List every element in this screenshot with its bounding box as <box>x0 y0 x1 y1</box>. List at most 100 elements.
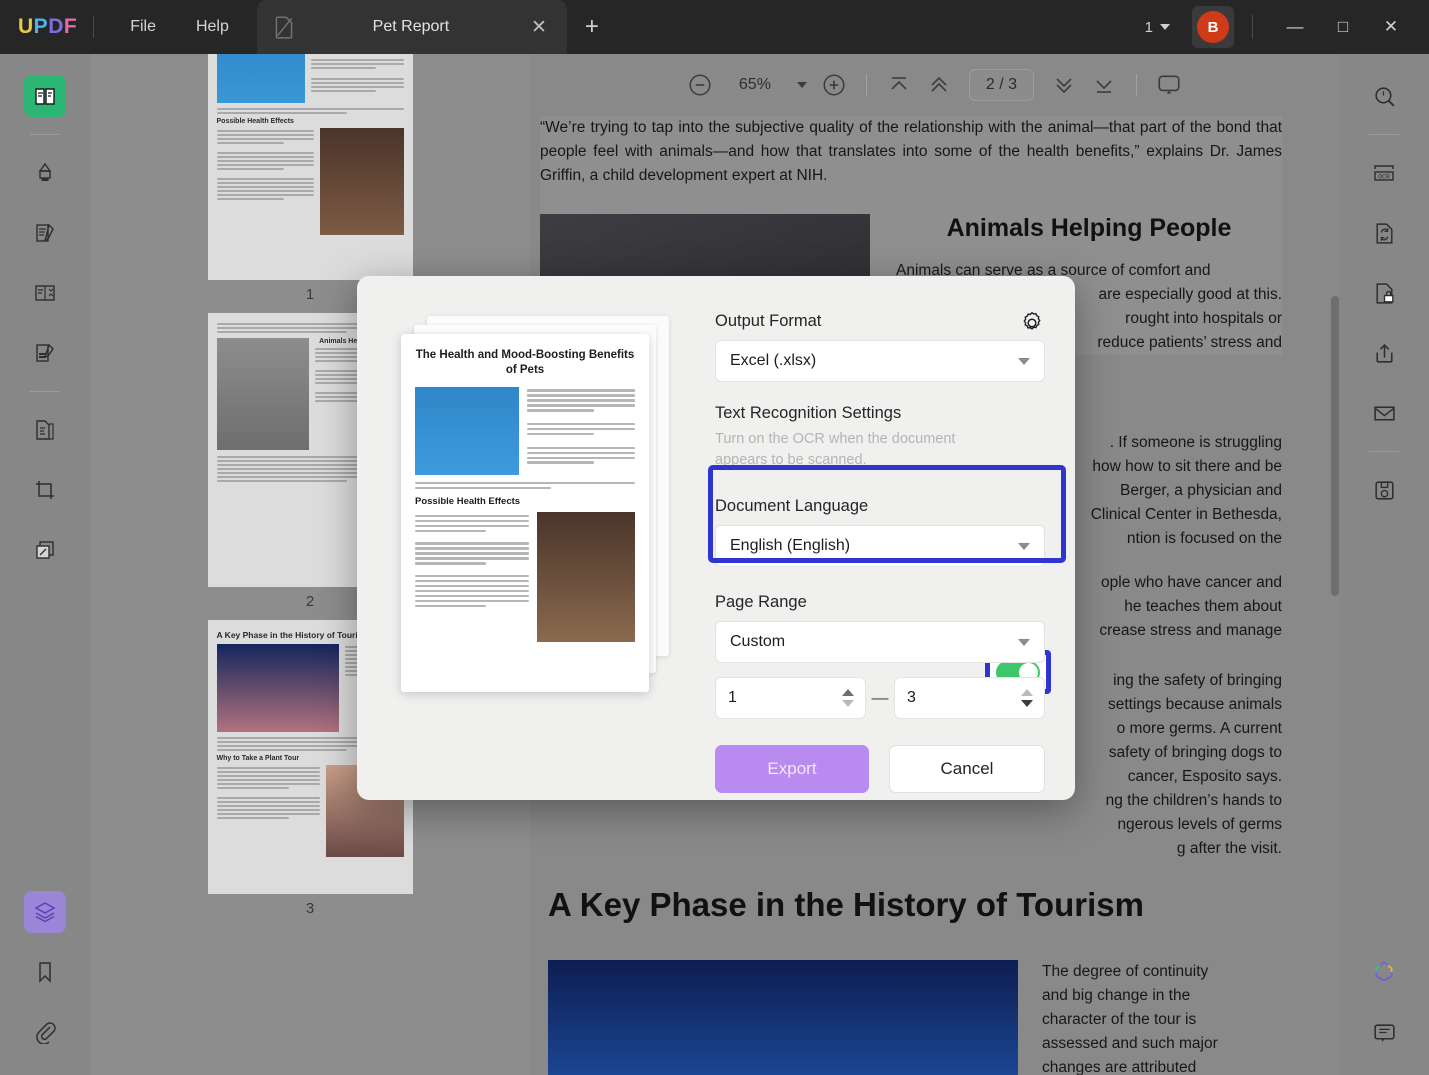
sidebar-item-layers[interactable] <box>24 891 66 933</box>
para4-line-6: ng the children’s hands to <box>1040 789 1282 813</box>
sidebar-item-ocr[interactable]: OCR <box>1363 152 1405 194</box>
para2-line-5: ntion is focused on the <box>1040 527 1282 551</box>
thumbnail-page-1[interactable]: The Health and Mood-Boosting Benefits of… <box>208 54 413 280</box>
logo-letter-d: D <box>48 15 64 38</box>
output-format-select[interactable]: Excel (.xlsx) <box>715 340 1045 382</box>
preview-page-front: The Health and Mood-Boosting Benefits of… <box>401 334 649 692</box>
chevron-down-icon <box>1018 543 1030 550</box>
stepper-down-icon[interactable] <box>1021 700 1033 707</box>
minimize-button[interactable]: — <box>1271 17 1319 37</box>
prev-page-button[interactable] <box>919 65 959 105</box>
ocr-icon: OCR <box>1371 160 1397 186</box>
tourism-text-column: The degree of continuity and big change … <box>1042 960 1290 1075</box>
next-page-button[interactable] <box>1044 65 1084 105</box>
export-dialog: The Health and Mood-Boosting Benefits of… <box>357 276 1075 800</box>
stepper-down-icon[interactable] <box>842 700 854 707</box>
stepper-up-icon[interactable] <box>842 689 854 696</box>
last-page-button[interactable] <box>1084 65 1124 105</box>
zoom-out-button[interactable] <box>680 65 720 105</box>
settings-gear-button[interactable] <box>1019 310 1045 341</box>
tourism-line-4: assessed and such major <box>1042 1032 1290 1056</box>
titlebar-right-group: 1 B — □ ✕ <box>1145 6 1429 48</box>
sidebar-item-attachment[interactable] <box>24 1011 66 1053</box>
chevron-down-icon <box>1160 24 1170 30</box>
gear-icon <box>1019 310 1045 336</box>
zoom-level[interactable]: 65% <box>732 76 778 94</box>
document-paragraph-2: . If someone is struggling how how to si… <box>1040 431 1282 551</box>
convert-icon <box>1372 221 1397 246</box>
page-range-to-value: 3 <box>907 689 916 707</box>
sidebar-item-convert[interactable] <box>1363 212 1405 254</box>
sidebar-item-organize-pages[interactable] <box>24 409 66 451</box>
sidebar-item-reader[interactable] <box>24 75 66 117</box>
stepper-up-icon[interactable] <box>1021 689 1033 696</box>
sidebar-item-form[interactable] <box>24 272 66 314</box>
thumbnail-text-block-2 <box>217 128 314 235</box>
maximize-button[interactable]: □ <box>1319 17 1367 37</box>
thumbnail-page-content: The Health and Mood-Boosting Benefits of… <box>208 54 413 280</box>
sidebar-item-batch[interactable] <box>24 529 66 571</box>
document-language-select[interactable]: English (English) <box>715 525 1045 567</box>
new-tab-button[interactable]: + <box>585 13 599 41</box>
export-button[interactable]: Export <box>715 745 869 793</box>
account-button[interactable]: B <box>1192 6 1234 48</box>
para4-line-2: settings because animals <box>1040 693 1282 717</box>
document-language-value: English (English) <box>730 537 850 555</box>
page-range-group: Page Range Custom 1 — 3 <box>715 593 1045 719</box>
sidebar-item-edit-pdf[interactable] <box>24 212 66 254</box>
cancel-button[interactable]: Cancel <box>889 745 1045 793</box>
first-page-button[interactable] <box>879 65 919 105</box>
zoom-in-button[interactable] <box>814 65 854 105</box>
reader-mode-icon <box>33 84 57 108</box>
close-tab-button[interactable]: ✕ <box>525 16 553 39</box>
dialog-settings-pane: Output Format Excel (.xlsx) Text Recogni… <box>703 276 1075 800</box>
page-range-inputs: 1 — 3 <box>715 677 1045 719</box>
sidebar-item-save[interactable] <box>1363 469 1405 511</box>
tab-count-dropdown[interactable]: 1 <box>1145 19 1170 36</box>
page-range-from-input[interactable]: 1 <box>715 677 866 719</box>
menu-help[interactable]: Help <box>176 12 249 42</box>
scrollbar-thumb[interactable] <box>1331 296 1339 596</box>
text-recognition-label: Text Recognition Settings <box>715 404 1005 423</box>
document-language-label: Document Language <box>715 497 1045 516</box>
thumbnail-item[interactable]: The Health and Mood-Boosting Benefits of… <box>208 54 413 313</box>
sidebar-item-protect[interactable] <box>1363 272 1405 314</box>
document-tab[interactable]: Pet Report ✕ <box>257 0 567 54</box>
divider <box>1369 451 1399 452</box>
vertical-scrollbar[interactable] <box>1331 116 1339 1075</box>
zoom-dropdown-button[interactable] <box>790 65 814 105</box>
para3-line-2: he teaches them about <box>1040 595 1282 619</box>
close-window-button[interactable]: ✕ <box>1367 17 1415 37</box>
sidebar-item-crop[interactable] <box>24 469 66 511</box>
sidebar-item-highlighter[interactable] <box>24 152 66 194</box>
menu-file[interactable]: File <box>110 12 176 42</box>
tourism-line-5: changes are attributed <box>1042 1056 1290 1075</box>
sidebar-item-email[interactable] <box>1363 392 1405 434</box>
svg-text:OCR: OCR <box>1378 174 1390 181</box>
sidebar-item-bookmark[interactable] <box>24 951 66 993</box>
sidebar-item-share[interactable] <box>1363 332 1405 374</box>
page-range-to-stepper[interactable] <box>1021 689 1033 707</box>
page-indicator[interactable]: 2 / 3 <box>969 69 1034 101</box>
preview-subheading: Possible Health Effects <box>415 496 635 507</box>
para4-line-7: ngerous levels of germs <box>1040 813 1282 837</box>
document-paragraph-3: ople who have cancer and he teaches them… <box>1040 571 1282 643</box>
thumbnail-image-cat <box>217 54 305 103</box>
page-range-to-input[interactable]: 3 <box>894 677 1045 719</box>
edit-text-icon <box>33 341 57 365</box>
sidebar-item-edit-text[interactable] <box>24 332 66 374</box>
divider <box>30 134 60 135</box>
presentation-button[interactable] <box>1149 65 1189 105</box>
dialog-buttons: Export Cancel <box>715 745 1045 793</box>
preview-image-cat <box>415 387 519 475</box>
sidebar-item-ai-assistant[interactable] <box>1363 951 1405 993</box>
title-bar: UPDF File Help Pet Report ✕ + 1 B — □ ✕ <box>0 0 1429 54</box>
sidebar-item-comment[interactable] <box>1363 1011 1405 1053</box>
highlighter-icon <box>33 161 57 185</box>
page-range-from-stepper[interactable] <box>842 689 854 707</box>
page-range-label: Page Range <box>715 593 1045 612</box>
page-range-select[interactable]: Custom <box>715 621 1045 663</box>
sidebar-item-search[interactable] <box>1363 75 1405 117</box>
avatar: B <box>1197 11 1229 43</box>
dialog-preview-pane: The Health and Mood-Boosting Benefits of… <box>357 276 703 800</box>
